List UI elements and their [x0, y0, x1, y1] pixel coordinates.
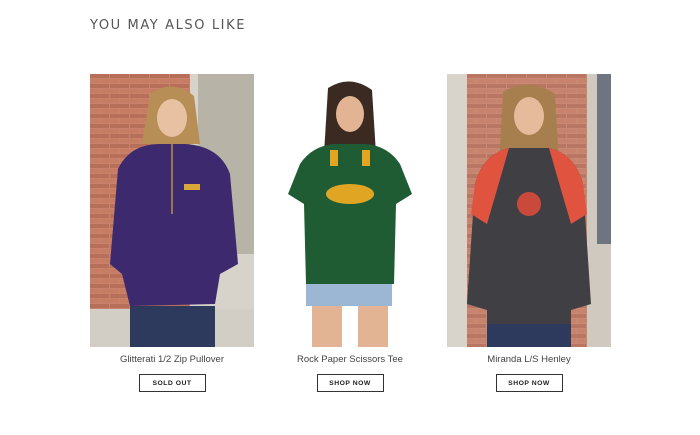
- product-image[interactable]: [90, 74, 254, 347]
- product-image[interactable]: [447, 74, 611, 347]
- product-name[interactable]: Miranda L/S Henley: [447, 354, 611, 365]
- shop-now-button[interactable]: SHOP NOW: [316, 374, 384, 392]
- shirt-shape: [288, 144, 412, 284]
- sold-out-button[interactable]: SOLD OUT: [138, 374, 206, 392]
- product-card: Rock Paper Scissors Tee SHOP NOW: [268, 74, 432, 392]
- product-name[interactable]: Glitterati 1/2 Zip Pullover: [90, 354, 254, 365]
- product-name[interactable]: Rock Paper Scissors Tee: [268, 354, 432, 365]
- section-title: YOU MAY ALSO LIKE: [90, 18, 247, 33]
- shop-now-button[interactable]: SHOP NOW: [495, 374, 563, 392]
- product-image[interactable]: [268, 74, 432, 347]
- product-card: Miranda L/S Henley SHOP NOW: [447, 74, 611, 392]
- product-card: Glitterati 1/2 Zip Pullover SOLD OUT: [90, 74, 254, 392]
